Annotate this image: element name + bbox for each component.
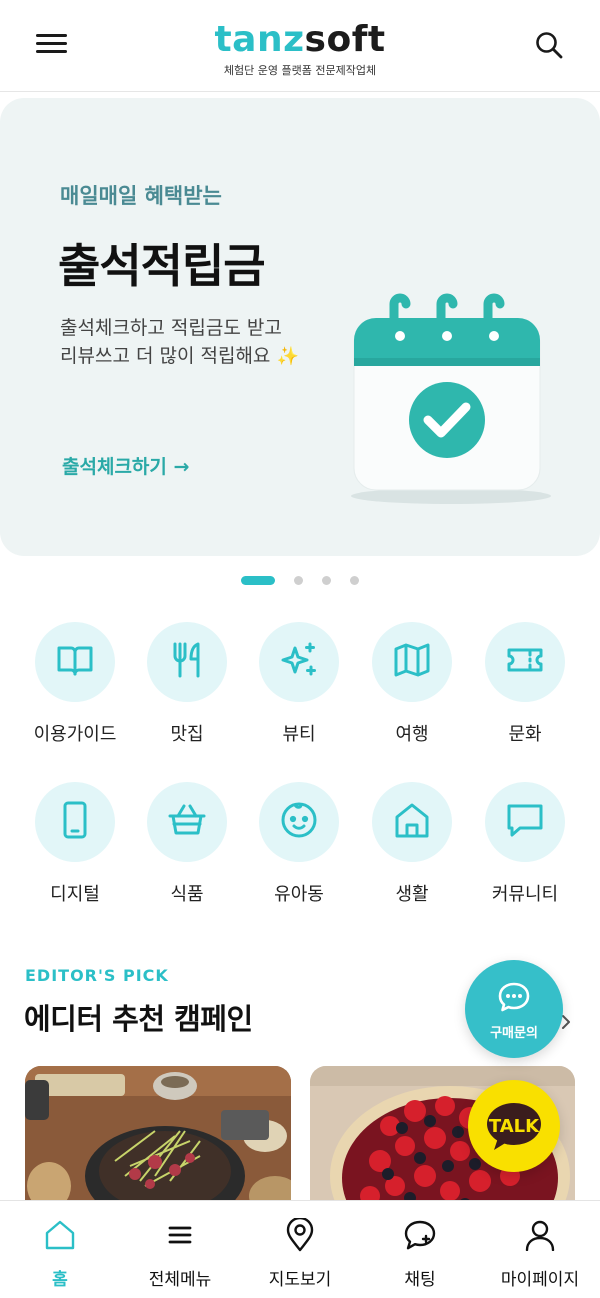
category-digital[interactable]: 디지털 — [19, 782, 131, 906]
sparkle-icon: ✨ — [276, 346, 299, 367]
nav-all-menu-label: 전체메뉴 — [148, 1270, 212, 1290]
category-community-circle — [485, 782, 565, 862]
category-guide[interactable]: 이용가이드 — [19, 622, 131, 746]
nav-home[interactable]: 홈 — [0, 1217, 120, 1290]
category-food[interactable]: 식품 — [131, 782, 243, 906]
category-digital-circle — [35, 782, 115, 862]
category-label: 뷰티 — [282, 724, 316, 745]
nav-my-page-label: 마이페이지 — [500, 1270, 580, 1290]
attendance-check-link[interactable]: 출석체크하기 → — [62, 452, 189, 479]
chat-bubble-icon — [504, 799, 546, 845]
kakao-talk-label: TALK — [489, 1116, 540, 1137]
carousel-dot-3[interactable] — [322, 576, 331, 585]
banner-title: 출석적립금 — [58, 239, 266, 293]
home-icon — [391, 799, 433, 845]
chat-icon — [360, 1217, 480, 1253]
category-beauty-circle — [259, 622, 339, 702]
home-icon — [0, 1217, 120, 1253]
bottom-navigation: 홈 전체메뉴 지도보기 채팅 마이페이지 — [0, 1200, 600, 1298]
fork-knife-icon — [166, 639, 208, 685]
banner-desc-line1: 출석체크하고 적립금도 받고 — [60, 317, 282, 339]
menu-icon — [120, 1217, 240, 1253]
category-guide-circle — [35, 622, 115, 702]
carousel-dot-2[interactable] — [294, 576, 303, 585]
nav-chat[interactable]: 채팅 — [360, 1217, 480, 1290]
category-food-circle — [147, 782, 227, 862]
category-living-circle — [372, 782, 452, 862]
app-header: tanzsoft 체험단 운영 플랫폼 전문제작업체 — [0, 0, 600, 92]
logo[interactable]: tanzsoft 체험단 운영 플랫폼 전문제작업체 — [0, 20, 600, 78]
category-culture[interactable]: 문화 — [469, 622, 581, 746]
category-kids-circle — [259, 782, 339, 862]
purchase-inquiry-button[interactable]: 구매문의 — [465, 960, 563, 1058]
category-label: 맛집 — [170, 724, 204, 745]
kakao-talk-icon: TALK — [487, 1103, 541, 1150]
promo-banner[interactable]: 매일매일 혜택받는 출석적립금 출석체크하고 적립금도 받고 리뷰쓰고 더 많이… — [0, 98, 600, 556]
sparkle-icon — [278, 639, 320, 685]
category-label: 커뮤니티 — [491, 884, 559, 905]
nav-map[interactable]: 지도보기 — [240, 1217, 360, 1290]
category-label: 생활 — [395, 884, 429, 905]
banner-desc-line2: 리뷰쓰고 더 많이 적립해요 — [60, 345, 271, 367]
carousel-dot-4[interactable] — [350, 576, 359, 585]
category-beauty[interactable]: 뷰티 — [243, 622, 355, 746]
smartphone-icon — [54, 799, 96, 845]
category-restaurant-circle — [147, 622, 227, 702]
logo-text-tanz: tanz — [214, 19, 305, 60]
map-pin-icon — [240, 1217, 360, 1253]
category-restaurant[interactable]: 맛집 — [131, 622, 243, 746]
map-icon — [391, 639, 433, 685]
campaign-card-1[interactable] — [25, 1066, 291, 1216]
nav-all-menu[interactable]: 전체메뉴 — [120, 1217, 240, 1290]
nav-my-page[interactable]: 마이페이지 — [480, 1217, 600, 1290]
basket-icon — [166, 799, 208, 845]
category-kids[interactable]: 유아동 — [243, 782, 355, 906]
calendar-check-icon — [336, 278, 566, 508]
category-travel[interactable]: 여행 — [356, 622, 468, 746]
nav-home-label: 홈 — [52, 1270, 68, 1290]
category-culture-circle — [485, 622, 565, 702]
banner-description: 출석체크하고 적립금도 받고 리뷰쓰고 더 많이 적립해요 ✨ — [60, 314, 330, 371]
chat-dots-icon — [465, 980, 563, 1018]
category-label: 식품 — [170, 884, 204, 905]
ticket-icon — [504, 639, 546, 685]
category-travel-circle — [372, 622, 452, 702]
logo-tagline: 체험단 운영 플랫폼 전문제작업체 — [223, 64, 377, 77]
logo-text-soft: soft — [304, 19, 386, 60]
banner-eyebrow: 매일매일 혜택받는 — [60, 184, 222, 208]
campaign-image-grilled-meat — [25, 1066, 291, 1216]
category-label: 여행 — [395, 724, 429, 745]
category-label: 문화 — [508, 724, 542, 745]
category-label: 디지털 — [50, 884, 100, 905]
purchase-inquiry-label: 구매문의 — [490, 1026, 538, 1041]
category-living[interactable]: 생활 — [356, 782, 468, 906]
carousel-pagination — [0, 574, 600, 586]
search-icon[interactable] — [534, 30, 564, 60]
editors-pick-title: 에디터 추천 캠페인 — [24, 1002, 253, 1036]
nav-map-label: 지도보기 — [268, 1270, 332, 1290]
nav-chat-label: 채팅 — [404, 1270, 436, 1290]
book-icon — [54, 639, 96, 685]
kakao-talk-button[interactable]: TALK — [468, 1080, 560, 1172]
category-community[interactable]: 커뮤니티 — [469, 782, 581, 906]
carousel-dot-1[interactable] — [241, 576, 275, 585]
user-icon — [480, 1217, 600, 1253]
category-label: 유아동 — [274, 884, 324, 905]
editors-pick-eyebrow: EDITOR'S PICK — [25, 966, 169, 985]
baby-face-icon — [278, 799, 320, 845]
category-label: 이용가이드 — [33, 724, 117, 745]
